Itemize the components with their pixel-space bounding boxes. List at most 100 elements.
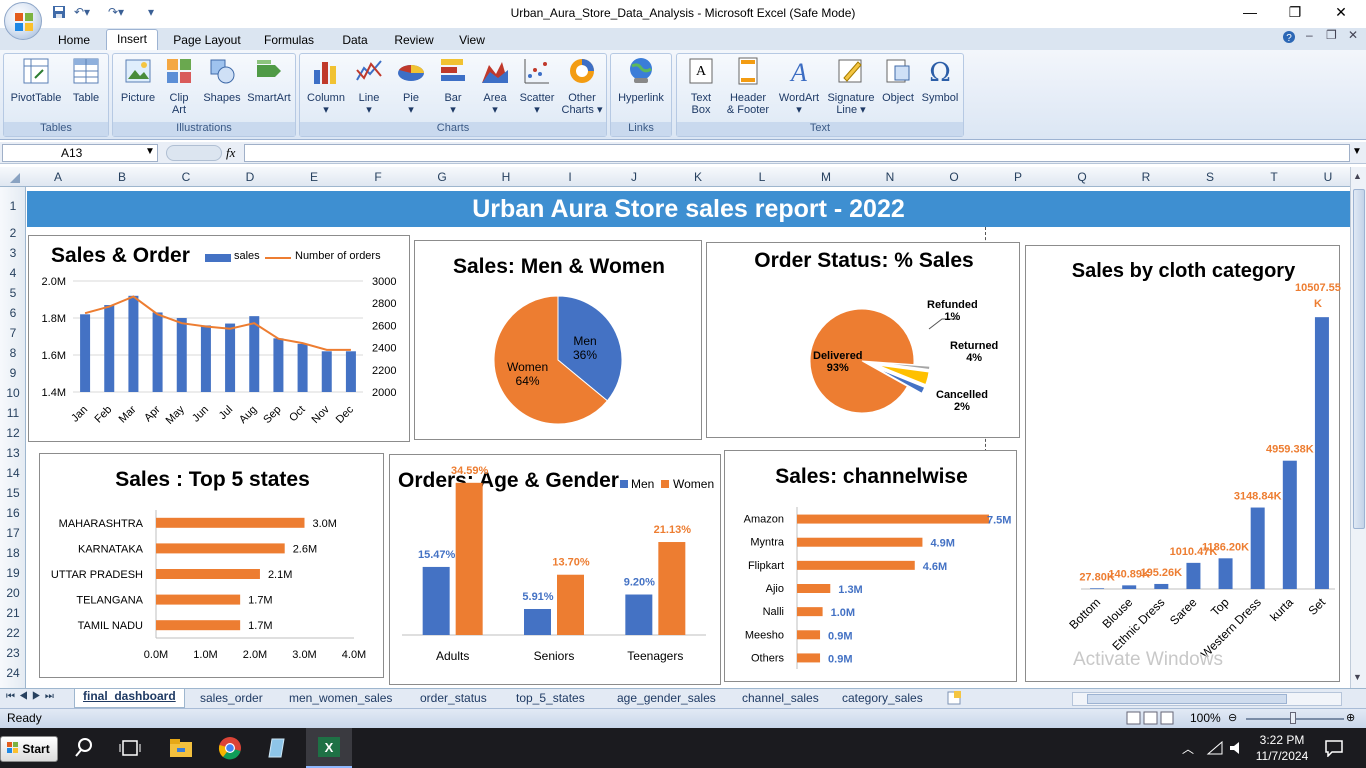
row-header[interactable]: 21: [0, 606, 26, 620]
scatter-chart-button[interactable]: Scatter ▾: [516, 56, 558, 116]
worksheet[interactable]: Urban Aura Store sales report - 2022 Sal…: [27, 187, 1350, 688]
redo-icon[interactable]: ↷▾: [108, 5, 124, 19]
chart-sales-order[interactable]: Sales & Order sales Number of orders 2.0…: [28, 235, 410, 442]
row-header[interactable]: 17: [0, 526, 26, 540]
row-header[interactable]: 4: [0, 266, 26, 280]
sheet-tab-men-women-sales[interactable]: men_women_sales: [289, 691, 392, 705]
ribbon-restore-icon[interactable]: ❐: [1326, 28, 1337, 42]
expand-formula-icon[interactable]: ▼: [1352, 146, 1362, 157]
row-header[interactable]: 24: [0, 666, 26, 680]
row-header[interactable]: 13: [0, 446, 26, 460]
normal-view-icon[interactable]: [1126, 711, 1174, 728]
chart-channelwise[interactable]: Sales: channelwise Amazon 7.5M Myntra 4.9M F…: [724, 450, 1017, 682]
sheet-tab-age-gender-sales[interactable]: age_gender_sales: [617, 691, 716, 705]
pivottable-button[interactable]: PivotTable: [8, 56, 64, 104]
scroll-up-icon[interactable]: ▲: [1353, 171, 1362, 181]
column-header[interactable]: F: [346, 170, 410, 184]
tab-formulas[interactable]: Formulas: [258, 31, 320, 50]
pie-chart-button[interactable]: Pie ▾: [392, 56, 430, 116]
row-header[interactable]: 15: [0, 486, 26, 500]
sheet-tab-final-dashboard[interactable]: final_dashboard: [74, 689, 185, 708]
minimize-button[interactable]: —: [1240, 4, 1260, 22]
row-header[interactable]: 10: [0, 386, 26, 400]
row-header[interactable]: 11: [0, 406, 26, 420]
table-button[interactable]: Table: [66, 56, 106, 104]
column-header[interactable]: J: [602, 170, 666, 184]
scroll-down-icon[interactable]: ▼: [1353, 672, 1362, 682]
sheet-tab-order-status[interactable]: order_status: [420, 691, 487, 705]
sheet-nav-icon[interactable]: ⏮◀▶⏭: [6, 691, 58, 702]
volume-icon[interactable]: [1228, 740, 1246, 759]
ribbon-minimize-icon[interactable]: –: [1306, 28, 1313, 42]
tab-view[interactable]: View: [450, 31, 494, 50]
column-header[interactable]: H: [474, 170, 538, 184]
vertical-scrollbar[interactable]: ▲ ▼: [1350, 167, 1366, 688]
formula-input[interactable]: [244, 144, 1350, 162]
bar-chart-button[interactable]: Bar ▾: [434, 56, 472, 116]
column-header[interactable]: A: [26, 170, 90, 184]
row-header[interactable]: 3: [0, 246, 26, 260]
tab-page-layout[interactable]: Page Layout: [168, 31, 246, 50]
name-box-dropdown-icon[interactable]: ▼: [145, 146, 155, 157]
row-header[interactable]: 2: [0, 226, 26, 240]
help-icon[interactable]: ?: [1282, 30, 1296, 47]
symbol-button[interactable]: Ω Symbol: [917, 56, 963, 104]
save-icon[interactable]: [52, 5, 66, 22]
row-header[interactable]: 6: [0, 306, 26, 320]
chart-men-women[interactable]: Sales: Men & Women Men 36% Women 64%: [414, 240, 702, 440]
sheet-tab-sales-order[interactable]: sales_order: [200, 691, 263, 705]
sheet-tab-channel-sales[interactable]: channel_sales: [742, 691, 819, 705]
column-header[interactable]: L: [730, 170, 794, 184]
tab-review[interactable]: Review: [390, 31, 438, 50]
column-header[interactable]: S: [1178, 170, 1242, 184]
other-charts-button[interactable]: Other Charts ▾: [560, 56, 604, 116]
row-header[interactable]: 8: [0, 346, 26, 360]
column-header[interactable]: I: [538, 170, 602, 184]
column-header[interactable]: P: [986, 170, 1050, 184]
chart-order-status[interactable]: Order Status: % Sales Delivered 93% Refun…: [706, 242, 1020, 438]
row-header[interactable]: 1: [0, 199, 26, 213]
clipart-button[interactable]: Clip Art: [161, 56, 197, 116]
sheet-tab-category-sales[interactable]: category_sales: [842, 691, 923, 705]
row-header[interactable]: 23: [0, 646, 26, 660]
chart-top-states[interactable]: Sales : Top 5 states MAHARASHTRA 3.0M KARN…: [39, 453, 384, 678]
task-view-icon[interactable]: [118, 736, 144, 760]
column-header[interactable]: D: [218, 170, 282, 184]
column-header[interactable]: K: [666, 170, 730, 184]
column-header[interactable]: U: [1306, 170, 1350, 184]
shapes-button[interactable]: Shapes: [201, 56, 243, 104]
tab-insert[interactable]: Insert: [106, 29, 158, 50]
file-explorer-icon[interactable]: [168, 736, 194, 760]
hyperlink-button[interactable]: Hyperlink: [613, 56, 669, 104]
ribbon-close-icon[interactable]: ✕: [1348, 28, 1358, 42]
zoom-in-icon[interactable]: ⊕: [1346, 711, 1355, 724]
line-chart-button[interactable]: Line ▾: [350, 56, 388, 116]
customize-qat-icon[interactable]: ▾: [148, 5, 154, 19]
column-header[interactable]: M: [794, 170, 858, 184]
office-button[interactable]: [4, 2, 42, 40]
header-footer-button[interactable]: Header & Footer: [723, 56, 773, 116]
select-all-corner[interactable]: [0, 167, 26, 187]
zoom-level[interactable]: 100%: [1190, 711, 1221, 725]
excel-taskbar-icon[interactable]: X: [306, 728, 352, 768]
row-header[interactable]: 9: [0, 366, 26, 380]
network-icon[interactable]: [1206, 740, 1224, 759]
row-header[interactable]: 20: [0, 586, 26, 600]
area-chart-button[interactable]: Area ▾: [476, 56, 514, 116]
row-header[interactable]: 14: [0, 466, 26, 480]
column-header[interactable]: R: [1114, 170, 1178, 184]
tray-chevron-icon[interactable]: ︿: [1182, 740, 1194, 757]
column-header[interactable]: N: [858, 170, 922, 184]
insert-sheet-icon[interactable]: [946, 690, 962, 709]
tab-data[interactable]: Data: [332, 31, 378, 50]
notes-app-icon[interactable]: [266, 736, 292, 760]
undo-icon[interactable]: ↶▾: [74, 5, 90, 19]
horizontal-scrollbar[interactable]: [1072, 692, 1342, 706]
sheet-tab-top-5-states[interactable]: top_5_states: [516, 691, 585, 705]
signature-line-button[interactable]: Signature Line ▾: [825, 56, 877, 116]
textbox-button[interactable]: A Text Box: [679, 56, 723, 116]
tab-home[interactable]: Home: [52, 31, 96, 50]
name-box[interactable]: A13: [2, 144, 158, 162]
row-header[interactable]: 7: [0, 326, 26, 340]
wordart-button[interactable]: A WordArt ▾: [775, 56, 823, 116]
